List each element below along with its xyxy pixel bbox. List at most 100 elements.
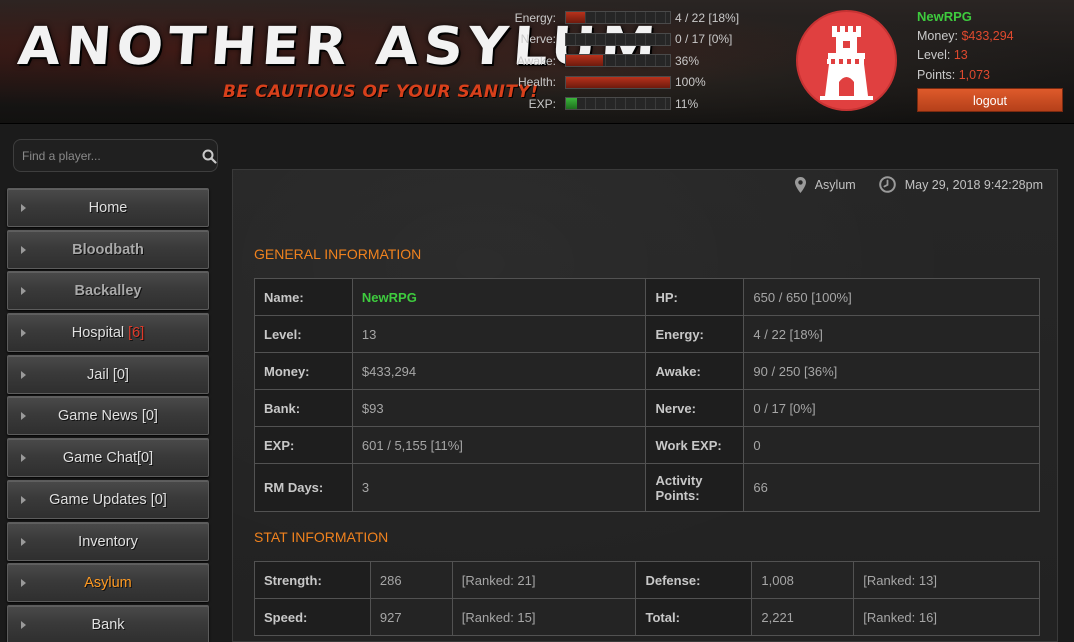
awake-bar-row: Awake: 36% (500, 50, 770, 72)
player-search (13, 139, 218, 172)
money-label: Money: (917, 28, 958, 43)
logout-button[interactable]: logout (917, 88, 1063, 112)
table-row: Name: NewRPG HP: 650 / 650 [100%] (254, 278, 1040, 316)
energy-label: Energy: (514, 10, 556, 25)
status-bars: Energy: 4 / 22 [18%] Nerve: 0 / 17 [0%] … (500, 7, 770, 115)
money-value: $433,294 (351, 352, 647, 390)
awake-label: Awake: (645, 352, 745, 390)
nerve-bar-row: Nerve: 0 / 17 [0%] (500, 29, 770, 51)
table-row: Speed: 927 [Ranked: 15] Total: 2,221 [Ra… (254, 598, 1040, 636)
points-value: 1,073 (958, 67, 990, 82)
sidebar-item-label: Inventory (78, 533, 138, 550)
points-label: Points: (917, 67, 956, 82)
sidebar-item-home[interactable]: Home (7, 188, 209, 227)
castle-tower-icon (820, 26, 873, 100)
sidebar-item-game-chat[interactable]: Game Chat[0] (7, 438, 209, 478)
sidebar-item-game-news[interactable]: Game News [0] (7, 396, 209, 436)
sidebar-item-jail[interactable]: Jail [0] (7, 354, 209, 394)
avatar[interactable] (796, 10, 897, 111)
level-label: Level: (254, 315, 353, 353)
awake-value: 90 / 250 [36%] (743, 352, 1040, 390)
sidebar-item-label: Hospital (71, 325, 125, 342)
hp-label: HP: (645, 278, 745, 316)
exp-bar-row: EXP: 11% (500, 93, 770, 115)
location-bar: Asylum May 29, 2018 9:42:28pm (794, 176, 1043, 193)
sidebar-item-label: Game Chat[0] (62, 450, 154, 467)
map-pin-icon (794, 176, 806, 193)
sidebar-item-label: Bank (91, 616, 125, 633)
main-panel: Asylum May 29, 2018 9:42:28pm GENERAL IN… (232, 169, 1058, 642)
strength-label: Strength: (254, 561, 371, 599)
energy-bar (565, 11, 671, 25)
rm-days-value: 3 (351, 463, 647, 512)
health-label: Health: (517, 75, 556, 90)
sidebar-item-label: Game Updates [0] (49, 491, 167, 508)
speed-value: 927 (369, 598, 453, 636)
energy-label: Energy: (645, 315, 745, 353)
general-info-table: Name: NewRPG HP: 650 / 650 [100%] Level:… (254, 278, 1040, 512)
awake-value: 36% (675, 53, 700, 68)
total-value: 2,221 (751, 598, 855, 636)
money-value: $433,294 (961, 28, 1014, 43)
sidebar-item-label: Asylum (84, 575, 132, 592)
speed-rank: [Ranked: 15] (451, 598, 637, 636)
work-exp-value: 0 (743, 426, 1040, 464)
strength-value: 286 (369, 561, 453, 599)
hp-value: 650 / 650 [100%] (743, 278, 1040, 316)
defense-rank: [Ranked: 13] (853, 561, 1040, 599)
sidebar-item-label: Home (88, 200, 128, 216)
level-value: 13 (351, 315, 647, 353)
awake-label: Awake: (516, 53, 556, 68)
level-label: Level: (917, 48, 951, 62)
sidebar-item-game-updates[interactable]: Game Updates [0] (7, 479, 209, 519)
nerve-label: Nerve: (645, 389, 745, 427)
general-info-title: GENERAL INFORMATION (254, 246, 422, 262)
name-label: Name: (254, 278, 353, 316)
stat-info-table: Strength: 286 [Ranked: 21] Defense: 1,00… (254, 561, 1040, 636)
nerve-label: Nerve: (520, 32, 556, 47)
clock-icon (878, 176, 896, 193)
total-label: Total: (635, 598, 753, 636)
sidebar-item-label-wrap: Hospital [6] (8, 314, 208, 353)
defense-label: Defense: (635, 561, 753, 599)
sidebar-item-backalley[interactable]: Backalley (7, 271, 209, 311)
search-input[interactable] (22, 147, 182, 165)
current-location: Asylum (814, 177, 856, 192)
strength-rank: [Ranked: 21] (451, 561, 637, 599)
activity-points-label: Activity Points: (645, 463, 745, 512)
health-bar-row: Health: 100% (500, 72, 770, 94)
bank-value: $93 (351, 389, 647, 427)
energy-value: 4 / 22 [18%] (743, 315, 1040, 353)
exp-value: 601 / 5,155 [11%] (351, 426, 647, 464)
user-info: NewRPG Money: $433,294 Level: 13 Points:… (917, 7, 1014, 85)
sidebar-item-label: Bloodbath (72, 241, 144, 258)
sidebar-item-label: Backalley (74, 283, 142, 300)
table-row: Level: 13 Energy: 4 / 22 [18%] (254, 315, 1040, 353)
exp-label: EXP: (254, 426, 353, 464)
sidebar-item-inventory[interactable]: Inventory (7, 521, 209, 561)
health-value: 100% (675, 75, 706, 90)
table-row: Bank: $93 Nerve: 0 / 17 [0%] (254, 389, 1040, 427)
sidebar-item-bank[interactable]: Bank (7, 604, 209, 642)
search-icon[interactable] (202, 149, 217, 164)
nerve-value: 0 / 17 [0%] (743, 389, 1040, 427)
sidebar-item-bloodbath[interactable]: Bloodbath (7, 229, 209, 269)
sidebar-nav: Home Bloodbath Backalley Hospital [6] Ja… (0, 188, 222, 642)
speed-label: Speed: (254, 598, 371, 636)
user-name[interactable]: NewRPG (917, 7, 1014, 27)
sidebar-item-hospital[interactable]: Hospital [6] (7, 313, 209, 353)
hospital-count-badge: [6] (128, 325, 145, 342)
energy-value: 4 / 22 [18%] (675, 10, 740, 25)
money-label: Money: (254, 352, 353, 390)
defense-value: 1,008 (751, 561, 855, 599)
sidebar-item-label: Jail [0] (87, 366, 129, 383)
table-row: RM Days: 3 Activity Points: 66 (254, 463, 1040, 512)
health-bar (565, 75, 671, 89)
table-row: Strength: 286 [Ranked: 21] Defense: 1,00… (254, 561, 1040, 599)
sidebar-item-asylum[interactable]: Asylum (7, 563, 209, 603)
name-value[interactable]: NewRPG (351, 278, 647, 316)
bank-label: Bank: (254, 389, 353, 427)
work-exp-label: Work EXP: (645, 426, 745, 464)
awake-bar (565, 54, 671, 68)
header: ANOTHER ASYLUM BE CAUTIOUS OF YOUR SANIT… (0, 0, 1074, 124)
